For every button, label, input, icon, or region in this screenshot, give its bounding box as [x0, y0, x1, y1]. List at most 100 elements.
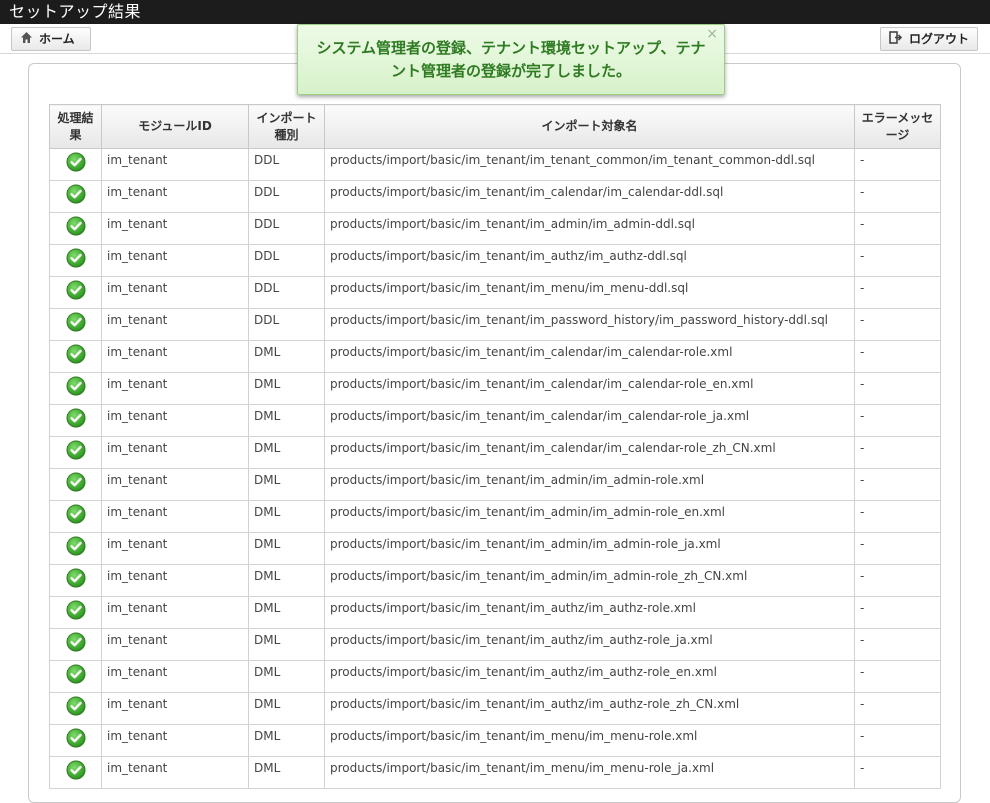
import-target-cell: products/import/basic/im_tenant/im_passw…: [324, 308, 855, 341]
error-message-cell: -: [854, 244, 941, 277]
import-target-cell: products/import/basic/im_tenant/im_admin…: [324, 468, 855, 501]
table-row: im_tenant DDL products/import/basic/im_ten…: [49, 212, 941, 245]
module-id-cell: im_tenant: [101, 532, 249, 565]
import-type-cell: DML: [248, 660, 325, 693]
check-circle-icon: [66, 728, 86, 751]
error-message-cell: -: [854, 468, 941, 501]
import-target-cell: products/import/basic/im_tenant/im_calen…: [324, 404, 855, 437]
status-cell: [49, 180, 102, 213]
status-cell: [49, 276, 102, 309]
module-id-cell: im_tenant: [101, 692, 249, 725]
status-cell: [49, 532, 102, 565]
status-cell: [49, 244, 102, 277]
error-message-cell: -: [854, 212, 941, 245]
home-icon: [20, 29, 33, 51]
import-target-cell: products/import/basic/im_tenant/im_admin…: [324, 532, 855, 565]
check-circle-icon: [66, 504, 86, 527]
module-id-cell: im_tenant: [101, 756, 249, 789]
check-circle-icon: [66, 760, 86, 783]
home-button[interactable]: ホーム: [11, 27, 91, 51]
check-circle-icon: [66, 472, 86, 495]
import-type-cell: DML: [248, 532, 325, 565]
module-id-cell: im_tenant: [101, 276, 249, 309]
check-circle-icon: [66, 344, 86, 367]
status-cell: [49, 404, 102, 437]
import-target-cell: products/import/basic/im_tenant/im_calen…: [324, 372, 855, 405]
check-circle-icon: [66, 664, 86, 687]
import-type-cell: DML: [248, 564, 325, 597]
error-message-cell: -: [854, 404, 941, 437]
import-target-cell: products/import/basic/im_tenant/im_menu/…: [324, 756, 855, 789]
table-row: im_tenant DML products/import/basic/im_ten…: [49, 628, 941, 661]
module-id-cell: im_tenant: [101, 244, 249, 277]
check-circle-icon: [66, 184, 86, 207]
check-circle-icon: [66, 216, 86, 239]
status-cell: [49, 756, 102, 789]
table-row: im_tenant DML products/import/basic/im_ten…: [49, 564, 941, 597]
check-circle-icon: [66, 280, 86, 303]
import-target-cell: products/import/basic/im_tenant/im_admin…: [324, 500, 855, 533]
module-id-cell: im_tenant: [101, 724, 249, 757]
table-row: im_tenant DML products/import/basic/im_ten…: [49, 756, 941, 789]
status-cell: [49, 340, 102, 373]
check-circle-icon: [66, 600, 86, 623]
status-cell: [49, 692, 102, 725]
status-cell: [49, 468, 102, 501]
status-cell: [49, 436, 102, 469]
import-type-cell: DML: [248, 340, 325, 373]
module-id-cell: im_tenant: [101, 628, 249, 661]
module-id-cell: im_tenant: [101, 660, 249, 693]
import-type-cell: DML: [248, 756, 325, 789]
import-type-cell: DML: [248, 596, 325, 629]
column-header-module-id: モジュールID: [101, 104, 249, 149]
column-header-status: 処理結果: [49, 104, 102, 149]
import-type-cell: DML: [248, 628, 325, 661]
import-type-cell: DML: [248, 692, 325, 725]
status-cell: [49, 628, 102, 661]
module-id-cell: im_tenant: [101, 148, 249, 181]
check-circle-icon: [66, 376, 86, 399]
error-message-cell: -: [854, 372, 941, 405]
logout-button[interactable]: ログアウト: [880, 27, 978, 51]
error-message-cell: -: [854, 532, 941, 565]
module-id-cell: im_tenant: [101, 372, 249, 405]
check-circle-icon: [66, 568, 86, 591]
import-target-cell: products/import/basic/im_tenant/im_calen…: [324, 180, 855, 213]
error-message-cell: -: [854, 340, 941, 373]
error-message-cell: -: [854, 308, 941, 341]
module-id-cell: im_tenant: [101, 564, 249, 597]
success-notification: × システム管理者の登録、テナント環境セットアップ、テナント管理者の登録が完了し…: [297, 24, 725, 95]
import-target-cell: products/import/basic/im_tenant/im_authz…: [324, 660, 855, 693]
table-row: im_tenant DDL products/import/basic/im_ten…: [49, 244, 941, 277]
table-row: im_tenant DML products/import/basic/im_ten…: [49, 596, 941, 629]
module-id-cell: im_tenant: [101, 404, 249, 437]
window-title: セットアップ結果: [0, 0, 990, 24]
import-type-cell: DDL: [248, 308, 325, 341]
table-row: im_tenant DML products/import/basic/im_ten…: [49, 660, 941, 693]
check-circle-icon: [66, 440, 86, 463]
check-circle-icon: [66, 248, 86, 271]
import-target-cell: products/import/basic/im_tenant/im_menu/…: [324, 724, 855, 757]
import-target-cell: products/import/basic/im_tenant/im_authz…: [324, 596, 855, 629]
success-message: システム管理者の登録、テナント環境セットアップ、テナント管理者の登録が完了しまし…: [316, 39, 706, 80]
column-header-import-target: インポート対象名: [324, 104, 855, 149]
module-id-cell: im_tenant: [101, 340, 249, 373]
check-circle-icon: [66, 408, 86, 431]
table-body: im_tenant DDL products/import/basic/im_ten…: [49, 148, 941, 789]
table-row: im_tenant DML products/import/basic/im_ten…: [49, 468, 941, 501]
table-header-row: 処理結果 モジュールID インポート種別 インポート対象名 エラーメッセージ: [49, 104, 941, 149]
module-id-cell: im_tenant: [101, 500, 249, 533]
error-message-cell: -: [854, 180, 941, 213]
table-row: im_tenant DML products/import/basic/im_ten…: [49, 724, 941, 757]
import-target-cell: products/import/basic/im_tenant/im_menu/…: [324, 276, 855, 309]
module-id-cell: im_tenant: [101, 212, 249, 245]
logout-button-label: ログアウト: [909, 32, 970, 46]
error-message-cell: -: [854, 596, 941, 629]
import-target-cell: products/import/basic/im_tenant/im_admin…: [324, 564, 855, 597]
close-icon[interactable]: ×: [706, 27, 718, 41]
import-type-cell: DDL: [248, 212, 325, 245]
setup-result-table: 処理結果 モジュールID インポート種別 インポート対象名 エラーメッセージ i…: [49, 104, 941, 789]
status-cell: [49, 724, 102, 757]
table-row: im_tenant DDL products/import/basic/im_ten…: [49, 148, 941, 181]
check-circle-icon: [66, 152, 86, 175]
